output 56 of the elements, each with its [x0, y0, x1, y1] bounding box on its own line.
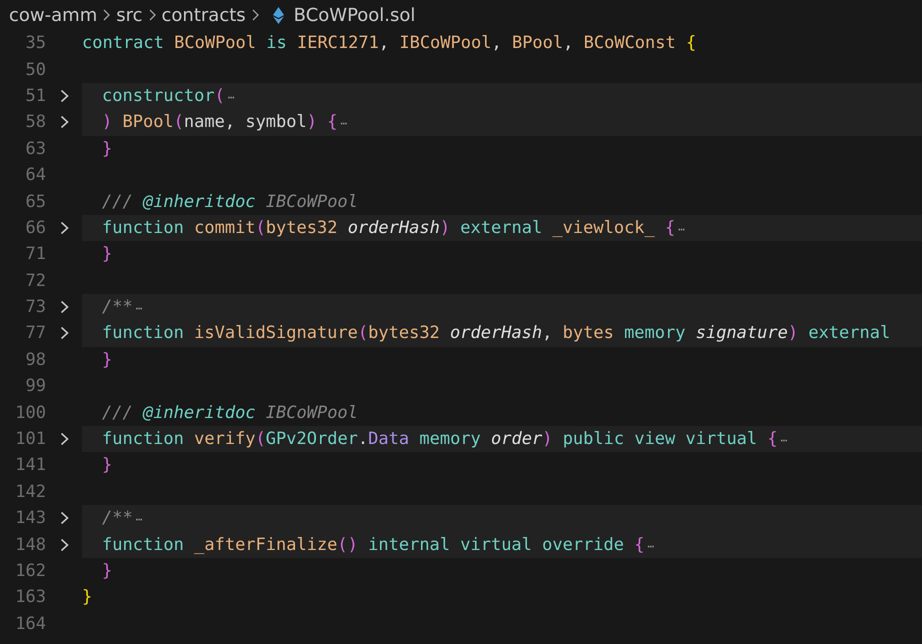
line-number: 162 [14, 561, 46, 581]
line-number: 73 [24, 297, 46, 318]
line-number: 35 [24, 33, 46, 54]
line-number: 71 [24, 244, 46, 264]
code-line: function isValidSignature(bytes32 orderHash, bytes memory signature) external [101, 323, 890, 344]
code-line: constructor( ⋯ [101, 86, 234, 106]
chevron-right-icon[interactable] [60, 538, 68, 552]
line-number: 148 [14, 534, 46, 555]
line-number: 65 [24, 192, 46, 212]
line-number: 142 [14, 482, 46, 502]
code-line: ) BPool(name, symbol) { ⋯ [101, 112, 348, 132]
line-number: 100 [14, 402, 46, 423]
line-number: 66 [24, 218, 46, 238]
line-number: 50 [24, 60, 46, 80]
chevron-right-icon[interactable] [60, 115, 68, 130]
line-number: 143 [14, 508, 46, 528]
line-number: 51 [24, 86, 46, 106]
code-line: } [101, 350, 112, 370]
diamond-icon [272, 6, 284, 24]
breadcrumb-folder[interactable]: cow-amm [9, 4, 98, 26]
breadcrumb-folder[interactable]: contracts [162, 4, 246, 26]
code-line: contract BCoWPool is IERC1271, IBCoWPool, BPool, BCoWConst { [82, 33, 696, 54]
line-number: 163 [14, 587, 46, 608]
line-number: 164 [14, 614, 46, 634]
code-line: function commit(bytes32 orderHash) external _viewlock_ { ⋯ [101, 218, 685, 238]
code-line: } [101, 561, 112, 581]
code-line: /// @inheritdoc IBCoWPool [101, 402, 358, 423]
breadcrumb-file[interactable]: BCoWPool.sol [294, 4, 416, 26]
code-line: } [101, 455, 112, 476]
chevron-right-icon[interactable] [60, 511, 68, 526]
line-number: 64 [24, 165, 46, 186]
line-number: 63 [24, 138, 46, 159]
line-number: 72 [24, 270, 46, 291]
line-number: 58 [24, 112, 46, 132]
chevron-right-icon[interactable] [60, 432, 68, 446]
line-number: 98 [24, 350, 46, 370]
code-line: function _afterFinalize() internal virtual override { ⋯ [101, 534, 654, 555]
chevron-right-icon[interactable] [60, 88, 68, 103]
line-number: 99 [24, 376, 46, 396]
code-line: } [101, 244, 112, 264]
chevron-right-icon[interactable] [60, 300, 68, 314]
line-number: 77 [24, 323, 46, 344]
line-number: 141 [14, 455, 46, 476]
chevron-right-icon[interactable] [60, 220, 68, 235]
code-line: /** ⋯ [101, 508, 142, 528]
chevron-right-icon [103, 9, 110, 21]
code-line: function verify(GPv2Order.Data memory order) public view virtual { ⋯ [101, 429, 788, 450]
line-number: 101 [14, 429, 46, 450]
chevron-right-icon[interactable] [60, 326, 68, 340]
breadcrumb-folder[interactable]: src [116, 4, 143, 26]
code-line: /** ⋯ [101, 297, 142, 318]
code-line: /// @inheritdoc IBCoWPool [101, 192, 358, 212]
chevron-right-icon [148, 9, 156, 21]
code-line: } [101, 138, 112, 159]
chevron-right-icon [252, 9, 259, 21]
code-line: } [82, 587, 92, 608]
